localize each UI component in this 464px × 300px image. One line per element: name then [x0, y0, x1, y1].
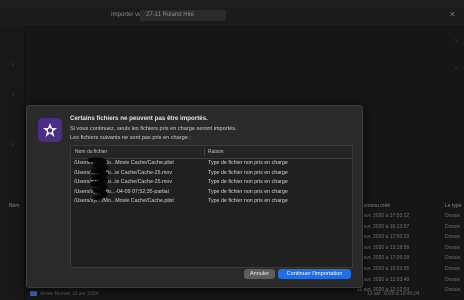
column-name[interactable]: Nom — [9, 203, 20, 209]
right-rail: › › — [452, 26, 464, 206]
list-item[interactable]: 11 avr. 2020 à 13:18:58 Dossie — [357, 245, 464, 256]
dialog-list-label: Les fichiers suivants ne sont pas pris e… — [70, 135, 191, 141]
list-item[interactable]: 11 avr. 2020 à 17:26:29 Dossie — [357, 255, 464, 266]
footer-date: 13 avr. 2020 à 16:45:04 — [367, 291, 420, 297]
column-file-name[interactable]: Nom du fichier — [75, 149, 107, 155]
list-item[interactable]: Arrive Roman 16 avr 2004 — [30, 291, 98, 297]
chevron-right-icon[interactable]: › — [12, 142, 14, 148]
sidebar: › › › — [0, 26, 25, 300]
continue-import-button[interactable]: Continuer l'importation — [278, 269, 351, 279]
dialog-message: Si vous continuez, seuls les fichiers pr… — [70, 126, 237, 132]
column-divider — [204, 148, 205, 156]
file-reason: Type de fichier non pris en charge — [208, 160, 288, 166]
folder-icon — [30, 291, 37, 297]
chevron-right-icon[interactable]: › — [455, 66, 457, 72]
chevron-right-icon[interactable]: › — [12, 62, 14, 68]
column-created[interactable]: Contenu créé — [360, 203, 390, 209]
unsupported-files-dialog: Certains fichiers ne peuvent pas être im… — [26, 105, 363, 288]
import-target-select[interactable]: 27-11 Roland Hité — [140, 10, 226, 21]
imovie-star-icon — [38, 118, 62, 142]
file-reason: Type de fichier non pris en charge — [208, 188, 288, 195]
redaction-scribble — [87, 157, 109, 200]
file-reason: Type de fichier non pris en charge — [208, 169, 288, 176]
list-item[interactable]: 11 avr. 2020 à 12:03:49 Dossie — [357, 277, 464, 288]
window-top-strip — [0, 0, 464, 8]
import-target-value: 27-11 Roland Hité — [146, 12, 194, 18]
list-item[interactable]: 11 avr. 2020 à 17:53:12 Dossie — [357, 213, 464, 224]
list-item[interactable]: 11 avr. 2020 à 16:53:35 Dossie — [357, 266, 464, 277]
list-item[interactable]: 11 avr. 2020 à 16:13:57 Dossie — [357, 224, 464, 235]
file-reason: Type de fichier non pris en charge — [208, 198, 288, 205]
file-reason: Type de fichier non pris en charge — [208, 179, 288, 186]
column-reason[interactable]: Raison — [208, 149, 224, 155]
star-icon — [43, 123, 57, 137]
chevron-right-icon[interactable]: › — [12, 92, 14, 98]
cancel-button[interactable]: Annuler — [244, 269, 275, 279]
import-toolbar — [0, 8, 464, 27]
toolbar-close-icon[interactable]: ✕ — [449, 10, 456, 19]
list-item[interactable]: 11 avr. 2020 à 17:50:29 Dossie — [357, 234, 464, 245]
column-type[interactable]: Le type — [445, 203, 461, 209]
file-list-dates: 11 avr. 2020 à 17:53:12 Dossie 11 avr. 20… — [357, 213, 464, 298]
chevron-right-icon[interactable]: › — [455, 38, 457, 44]
dialog-title: Certains fichiers ne peuvent pas être im… — [70, 115, 208, 122]
